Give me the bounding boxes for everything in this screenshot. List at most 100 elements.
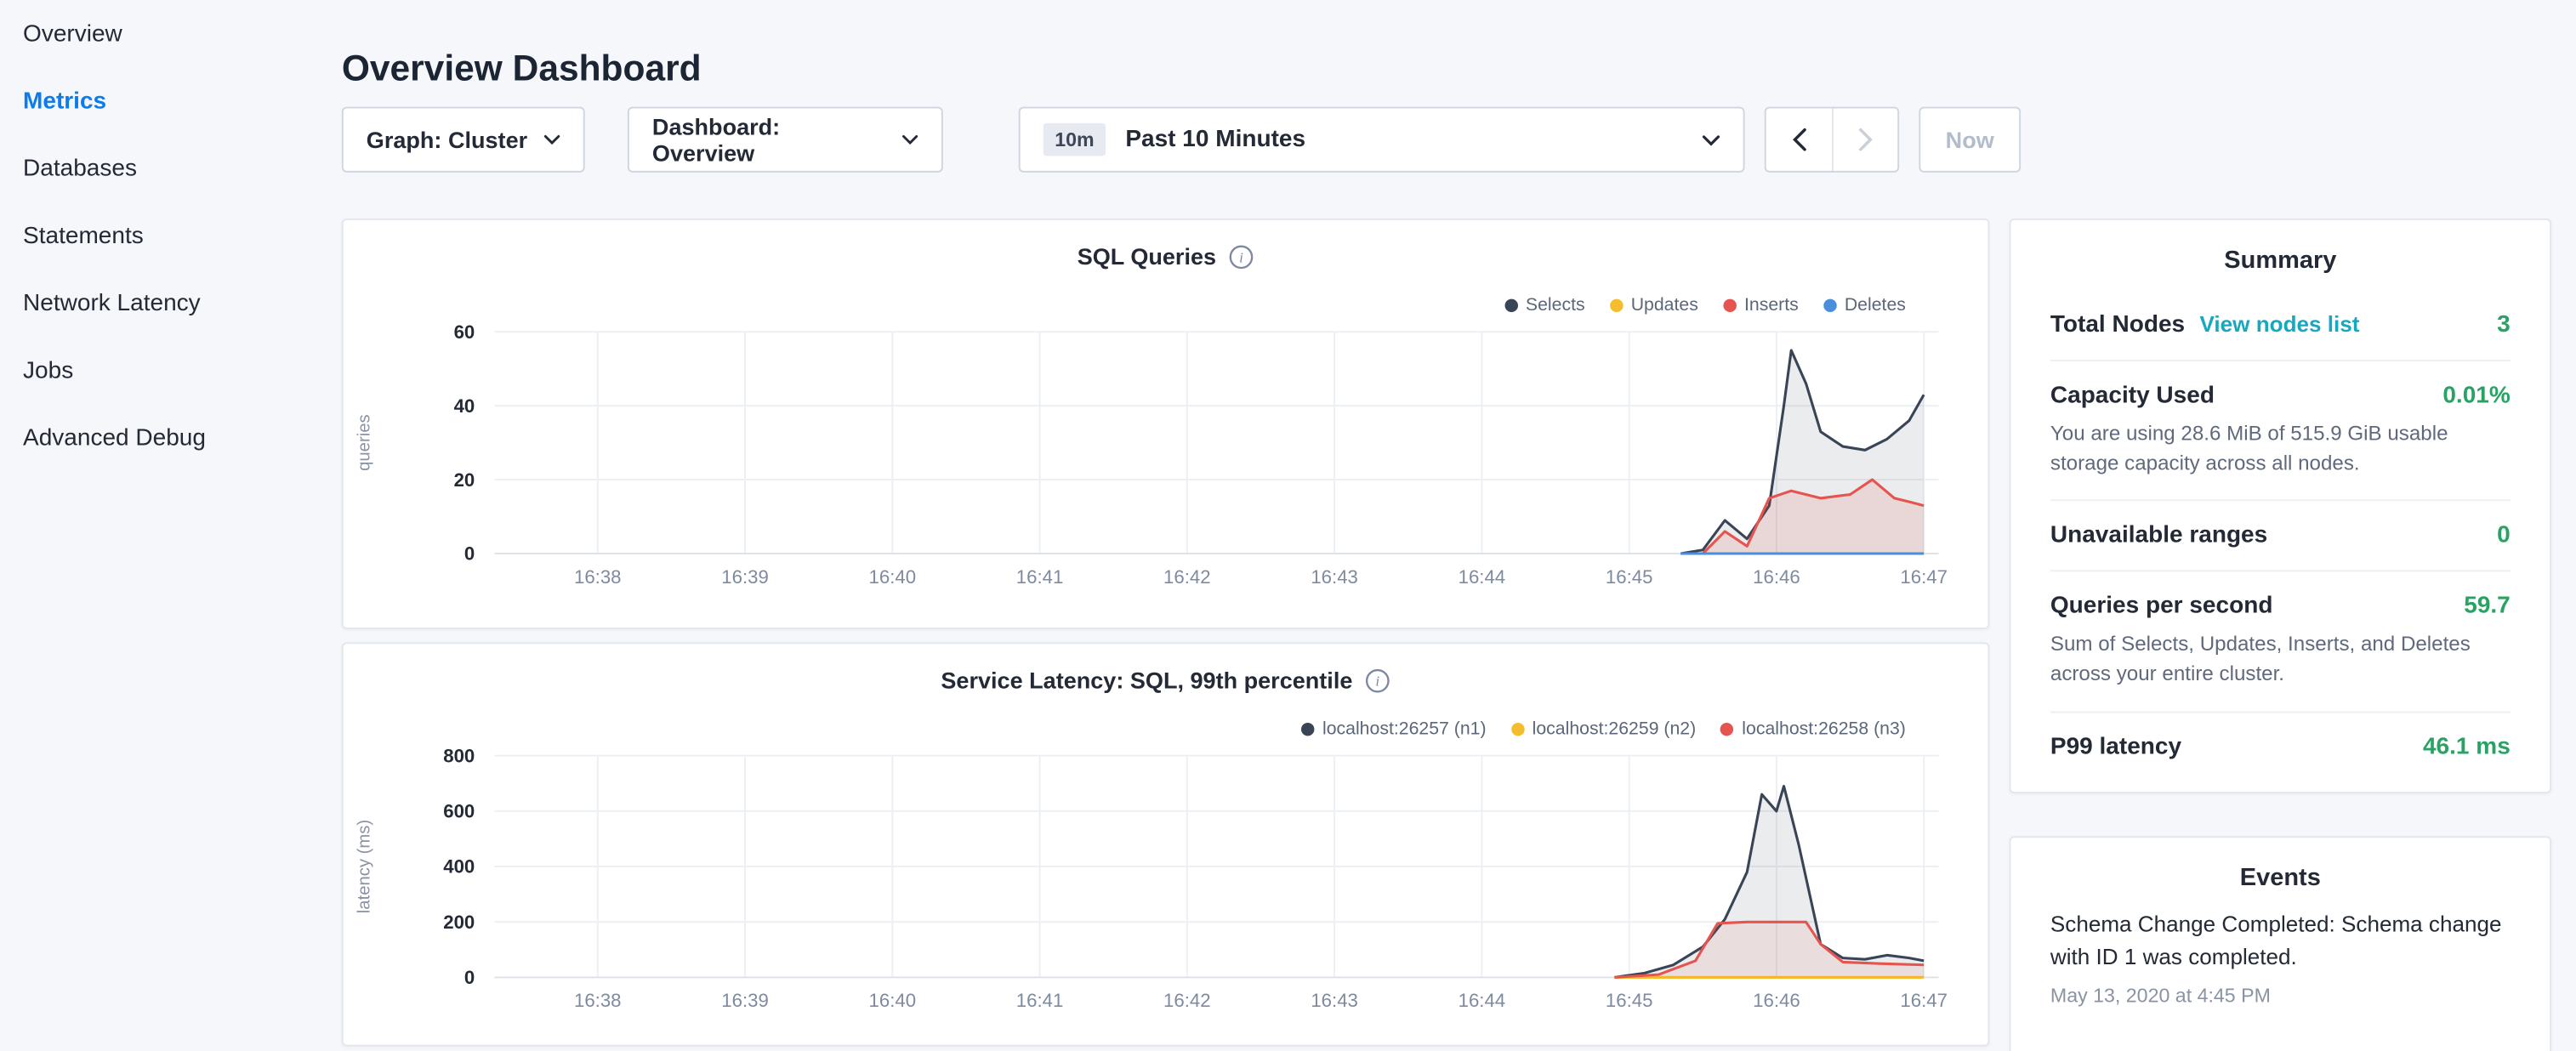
svg-text:16:38: 16:38	[574, 566, 622, 588]
sidebar-item-label: Advanced Debug	[23, 424, 206, 451]
now-button[interactable]: Now	[1919, 107, 2021, 173]
svg-text:0: 0	[464, 543, 475, 565]
service-latency-chart-panel: Service Latency: SQL, 99th percentile i …	[342, 642, 1990, 1046]
sidebar-item-label: Network Latency	[23, 290, 201, 316]
svg-text:latency (ms): latency (ms)	[355, 820, 374, 913]
legend-label: localhost:26259 (n2)	[1533, 719, 1697, 739]
event-timestamp: May 13, 2020 at 4:45 PM	[2050, 983, 2511, 1006]
svg-text:16:44: 16:44	[1459, 990, 1506, 1011]
info-icon[interactable]: i	[1230, 244, 1254, 269]
sidebar: Overview Metrics Databases Statements Ne…	[0, 0, 321, 1051]
event-item: Schema Change Completed: Schema change w…	[2050, 908, 2511, 1006]
svg-text:i: i	[1240, 248, 1244, 264]
legend-label: Deletes	[1845, 296, 1906, 315]
svg-text:16:41: 16:41	[1016, 990, 1064, 1011]
chart-title: Service Latency: SQL, 99th percentile	[941, 667, 1352, 693]
sidebar-item-statements[interactable]: Statements	[0, 202, 321, 270]
info-icon[interactable]: i	[1366, 668, 1390, 692]
legend-dot-icon	[1720, 723, 1733, 736]
summary-stat-row: Capacity Used 0.01% You are using 28.6 M…	[2050, 361, 2511, 502]
summary-stat-row: Unavailable ranges 0	[2050, 502, 2511, 572]
events-list: Schema Change Completed: Schema change w…	[2050, 908, 2511, 1006]
svg-text:16:47: 16:47	[1900, 990, 1948, 1011]
chart-legend: localhost:26257 (n1) localhost:26259 (n2…	[1301, 719, 1906, 739]
dashboard-selector-dropdown[interactable]: Dashboard: Overview	[628, 107, 943, 173]
svg-text:16:47: 16:47	[1900, 566, 1948, 588]
svg-text:16:46: 16:46	[1753, 566, 1800, 588]
summary-stat-value: 59.7	[2464, 594, 2511, 620]
summary-stat-value: 3	[2497, 312, 2511, 338]
view-nodes-list-link[interactable]: View nodes list	[2199, 312, 2359, 337]
legend-item: localhost:26259 (n2)	[1511, 719, 1697, 739]
summary-stat-row: Queries per second 59.7 Sum of Selects, …	[2050, 572, 2511, 713]
chevron-down-icon	[1702, 134, 1720, 145]
sidebar-item-advanced-debug[interactable]: Advanced Debug	[0, 404, 321, 471]
sql-queries-chart-panel: SQL Queries i Selects Updates Inserts De…	[342, 219, 1990, 629]
summary-stat-label: Capacity Used	[2050, 383, 2215, 409]
service-latency-chart: 16:38 16:39 16:40 16:41 16:42 16:43 16:44 16:45…	[344, 739, 1988, 1026]
legend-item: Updates	[1610, 296, 1698, 315]
prev-time-button[interactable]	[1766, 108, 1832, 170]
legend-item: Selects	[1504, 296, 1585, 315]
svg-text:200: 200	[443, 912, 475, 933]
graph-selector-label: Graph: Cluster	[367, 127, 527, 153]
svg-text:16:45: 16:45	[1606, 566, 1653, 588]
summary-stat-head: P99 latency 46.1 ms	[2050, 734, 2511, 760]
chevron-left-icon	[1792, 128, 1806, 151]
legend-dot-icon	[1610, 299, 1623, 312]
sidebar-item-network-latency[interactable]: Network Latency	[0, 270, 321, 337]
summary-stat-value: 0.01%	[2442, 383, 2510, 409]
svg-text:400: 400	[443, 856, 475, 878]
svg-text:i: i	[1376, 673, 1380, 689]
sidebar-item-metrics[interactable]: Metrics	[0, 67, 321, 134]
toolbar: Graph: Cluster Dashboard: Overview 10m P…	[342, 107, 2021, 173]
time-window-label: Past 10 Minutes	[1125, 127, 1305, 153]
legend-dot-icon	[1823, 299, 1836, 312]
svg-text:16:39: 16:39	[721, 566, 769, 588]
sidebar-item-label: Metrics	[23, 88, 106, 114]
chart-legend: Selects Updates Inserts Deletes	[1504, 296, 1906, 315]
sidebar-item-jobs[interactable]: Jobs	[0, 337, 321, 404]
svg-text:0: 0	[464, 967, 475, 988]
summary-stat-description: Sum of Selects, Updates, Inserts, and De…	[2050, 629, 2511, 689]
chart-title: SQL Queries	[1078, 243, 1216, 270]
next-time-button[interactable]	[1832, 108, 1897, 170]
svg-text:16:41: 16:41	[1016, 566, 1064, 588]
time-window-badge: 10m	[1043, 123, 1106, 156]
summary-stat-label: P99 latency	[2050, 734, 2181, 760]
svg-text:16:39: 16:39	[721, 990, 769, 1011]
svg-text:16:42: 16:42	[1163, 990, 1211, 1011]
svg-text:16:43: 16:43	[1311, 990, 1358, 1011]
summary-stat-value: 0	[2497, 523, 2511, 549]
svg-text:16:40: 16:40	[869, 990, 917, 1011]
svg-text:40: 40	[454, 395, 475, 417]
svg-text:16:45: 16:45	[1606, 990, 1653, 1011]
summary-stat-label: Queries per second	[2050, 594, 2273, 620]
legend-label: localhost:26257 (n1)	[1322, 719, 1487, 739]
sql-queries-chart: 16:3816:3916:4016:4116:4216:4316:4416:45…	[344, 315, 1988, 603]
legend-label: localhost:26258 (n3)	[1742, 719, 1906, 739]
summary-stat-row: P99 latency 46.1 ms	[2050, 712, 2511, 781]
chevron-down-icon	[543, 134, 560, 145]
summary-stat-head: Capacity Used 0.01%	[2050, 383, 2511, 409]
legend-dot-icon	[1511, 723, 1524, 736]
sidebar-item-label: Overview	[23, 20, 122, 47]
summary-stat-label: Total Nodes	[2050, 312, 2185, 338]
graph-selector-dropdown[interactable]: Graph: Cluster	[342, 107, 585, 173]
svg-text:16:46: 16:46	[1753, 990, 1800, 1011]
svg-text:16:38: 16:38	[574, 990, 622, 1011]
svg-text:16:40: 16:40	[869, 566, 917, 588]
sidebar-item-overview[interactable]: Overview	[0, 0, 321, 67]
sidebar-item-label: Statements	[23, 223, 144, 249]
summary-stat-head: Queries per second 59.7	[2050, 594, 2511, 620]
sidebar-item-databases[interactable]: Databases	[0, 134, 321, 202]
legend-label: Updates	[1631, 296, 1698, 315]
dashboard-selector-label: Dashboard: Overview	[652, 113, 886, 166]
summary-stat-description: You are using 28.6 MiB of 515.9 GiB usab…	[2050, 419, 2511, 479]
legend-item: localhost:26258 (n3)	[1720, 719, 1906, 739]
summary-stat-row: Total Nodes View nodes list 3	[2050, 291, 2511, 361]
time-window-selector[interactable]: 10m Past 10 Minutes	[1019, 107, 1745, 173]
svg-text:800: 800	[443, 745, 475, 766]
svg-text:20: 20	[454, 469, 475, 491]
chevron-right-icon	[1858, 128, 1873, 151]
